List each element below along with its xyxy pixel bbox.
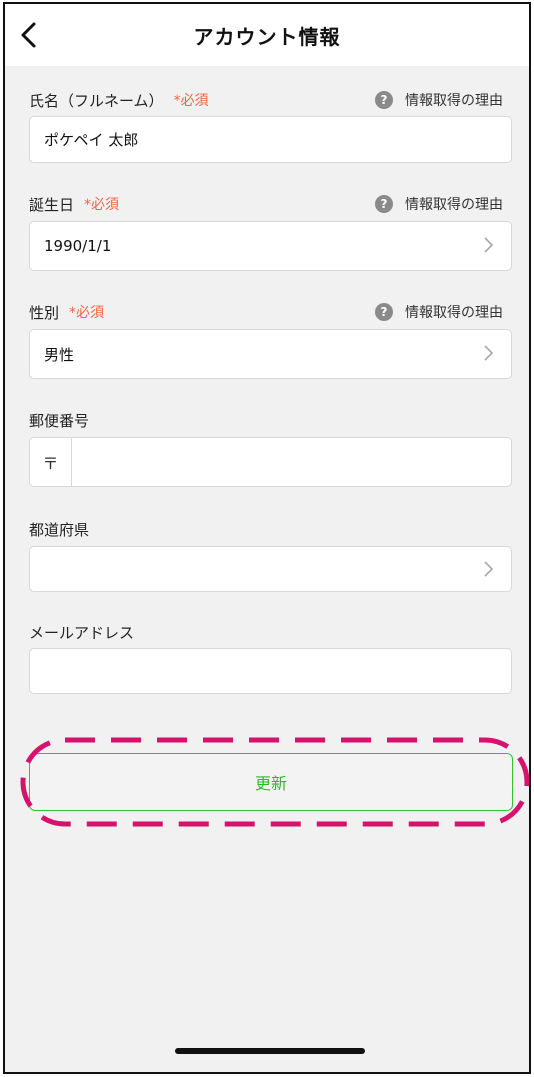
back-button[interactable] [13, 17, 45, 53]
birthday-select[interactable]: 1990/1/1 [29, 221, 512, 271]
question-icon: ? [375, 91, 393, 109]
update-button[interactable]: 更新 [29, 753, 513, 811]
birthday-value: 1990/1/1 [44, 237, 112, 255]
reason-text: 情報取得の理由 [405, 197, 503, 213]
reason-link-full-name[interactable]: ? 情報取得の理由 [375, 90, 503, 110]
app-screen: アカウント情報 氏名（フルネーム） *必須 ? 情報取得の理由 ポケペイ 太郎 … [3, 2, 531, 1074]
reason-text: 情報取得の理由 [405, 305, 503, 321]
required-mark: *必須 [84, 197, 120, 213]
gender-value: 男性 [44, 345, 75, 364]
chevron-right-icon [484, 345, 494, 361]
postal-code-label-row: 郵便番号 [29, 408, 503, 432]
header-bar: アカウント情報 [5, 4, 529, 66]
postal-mark: 〒 [30, 438, 72, 486]
reason-text: 情報取得の理由 [405, 93, 503, 109]
page-title: アカウント情報 [193, 24, 341, 49]
full-name-value: ポケペイ 太郎 [44, 131, 139, 149]
postal-code-label: 郵便番号 [29, 411, 90, 430]
full-name-label-row: 氏名（フルネーム） *必須 ? 情報取得の理由 [29, 88, 503, 112]
gender-label-row: 性別 *必須 ? 情報取得の理由 [29, 300, 503, 324]
reason-link-birthday[interactable]: ? 情報取得の理由 [375, 194, 503, 214]
birthday-label-row: 誕生日 *必須 ? 情報取得の理由 [29, 192, 503, 216]
prefecture-label: 都道府県 [29, 520, 90, 539]
chevron-right-icon [484, 237, 494, 253]
gender-label: 性別 [29, 303, 60, 322]
postal-code-input[interactable]: 〒 [29, 437, 512, 487]
update-button-label: 更新 [254, 774, 287, 793]
chevron-left-icon [21, 22, 36, 48]
chevron-right-icon [484, 561, 494, 577]
home-indicator [175, 1048, 365, 1054]
email-label: メールアドレス [29, 623, 135, 642]
email-input[interactable] [29, 648, 512, 694]
reason-link-gender[interactable]: ? 情報取得の理由 [375, 302, 503, 322]
prefecture-label-row: 都道府県 [29, 517, 503, 541]
full-name-input[interactable]: ポケペイ 太郎 [29, 116, 512, 163]
gender-select[interactable]: 男性 [29, 329, 512, 379]
required-mark: *必須 [69, 305, 105, 321]
question-icon: ? [375, 195, 393, 213]
required-mark: *必須 [173, 93, 209, 109]
prefecture-select[interactable] [29, 546, 512, 592]
question-icon: ? [375, 303, 393, 321]
birthday-label: 誕生日 [29, 195, 75, 214]
full-name-label: 氏名（フルネーム） [29, 91, 164, 110]
email-label-row: メールアドレス [29, 620, 503, 644]
